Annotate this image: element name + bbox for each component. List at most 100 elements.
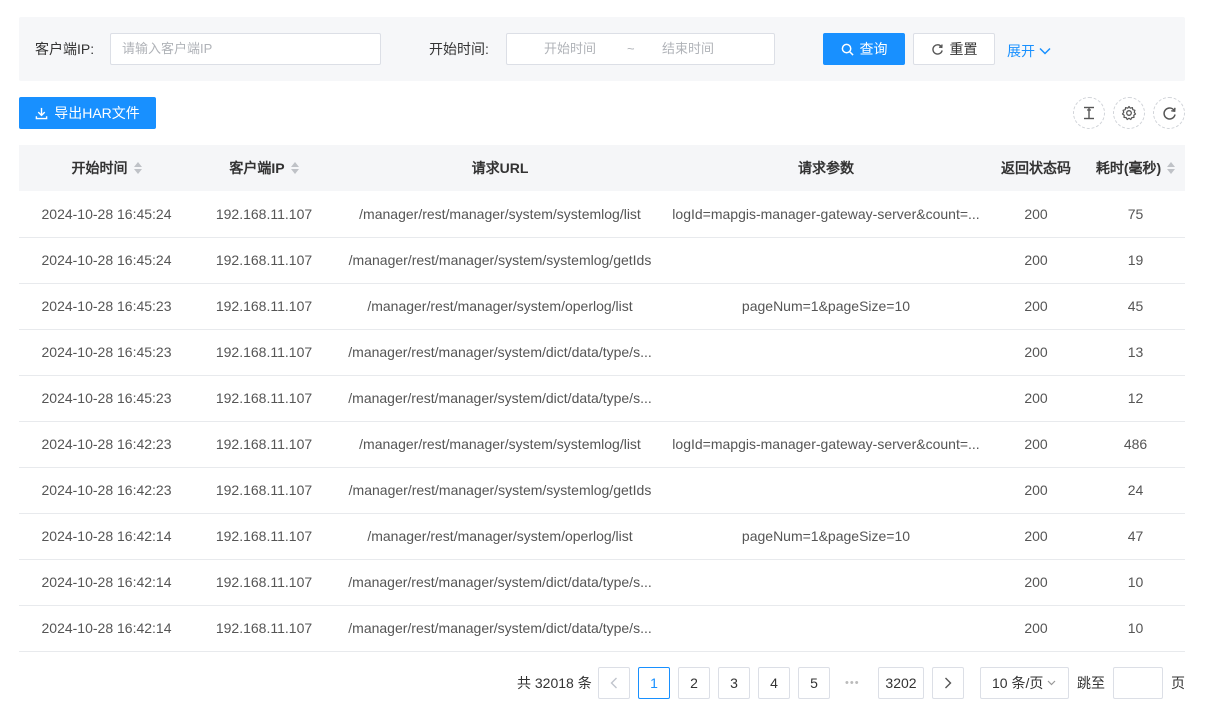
sort-icon[interactable] — [133, 162, 142, 174]
client-ip-input[interactable]: 请输入客户端IP — [110, 33, 381, 65]
page-button-1[interactable]: 1 — [638, 667, 670, 699]
cell-duration: 486 — [1086, 421, 1185, 468]
next-page-button[interactable] — [932, 667, 964, 699]
cell-status-code: 200 — [986, 375, 1086, 422]
reset-button-label: 重置 — [949, 41, 978, 57]
table-row[interactable]: 2024-10-28 16:42:14 192.168.11.107/manage… — [19, 605, 1185, 652]
cell-request-url: /manager/rest/manager/system/systemlog/l… — [334, 191, 666, 238]
page-size-select[interactable]: 10 条/页 — [980, 667, 1069, 699]
table-header-row: 开始时间 客户端IP 请求URL 请求参数 返回状态码 耗时(毫秒) — [19, 145, 1185, 191]
column-settings-button[interactable] — [1113, 97, 1145, 129]
cell-client-ip: 192.168.11.107 — [194, 283, 334, 330]
sort-icon[interactable] — [290, 162, 299, 174]
page-button-4[interactable]: 4 — [758, 667, 790, 699]
export-har-button[interactable]: 导出HAR文件 — [19, 97, 156, 129]
jump-page-suffix: 页 — [1171, 675, 1185, 691]
table-row[interactable]: 2024-10-28 16:45:23 192.168.11.107/manage… — [19, 283, 1185, 330]
cell-request-url: /manager/rest/manager/system/dict/data/t… — [334, 375, 666, 422]
cell-status-code: 200 — [986, 421, 1086, 468]
cell-request-params: pageNum=1&pageSize=10 — [666, 513, 986, 560]
cell-duration: 10 — [1086, 559, 1185, 606]
expand-toggle[interactable]: 展开 — [1007, 41, 1051, 61]
search-icon — [841, 43, 854, 56]
column-header-request-params: 请求参数 — [666, 145, 986, 191]
total-count: 共 32018 条 — [517, 675, 592, 691]
cell-start-time: 2024-10-28 16:42:14 — [19, 559, 194, 606]
cell-duration: 47 — [1086, 513, 1185, 560]
cell-request-url: /manager/rest/manager/system/systemlog/l… — [334, 421, 666, 468]
density-button[interactable] — [1073, 97, 1105, 129]
filter-bar: 客户端IP: 请输入客户端IP 开始时间: 开始时间 ~ 结束时间 查询 重置 … — [19, 17, 1185, 81]
last-page-button[interactable]: 3202 — [878, 667, 924, 699]
start-time-label: 开始时间: — [429, 41, 489, 57]
page-ellipsis[interactable]: ••• — [845, 675, 860, 691]
cell-client-ip: 192.168.11.107 — [194, 237, 334, 284]
cell-duration: 10 — [1086, 605, 1185, 652]
time-range-picker[interactable]: 开始时间 ~ 结束时间 — [506, 33, 775, 65]
prev-page-button[interactable] — [598, 667, 630, 699]
cell-duration: 24 — [1086, 467, 1185, 514]
cell-request-params — [666, 237, 986, 284]
column-header-status-code: 返回状态码 — [986, 145, 1086, 191]
cell-duration: 75 — [1086, 191, 1185, 238]
column-header-start-time[interactable]: 开始时间 — [19, 145, 194, 191]
refresh-button[interactable] — [1153, 97, 1185, 129]
cell-request-params: logId=mapgis-manager-gateway-server&coun… — [666, 421, 986, 468]
table-row[interactable]: 2024-10-28 16:42:14 192.168.11.107/manage… — [19, 559, 1185, 606]
chevron-left-icon — [610, 677, 617, 689]
table-row[interactable]: 2024-10-28 16:42:23 192.168.11.107/manage… — [19, 421, 1185, 468]
cell-status-code: 200 — [986, 191, 1086, 238]
table-row[interactable]: 2024-10-28 16:42:14 192.168.11.107/manage… — [19, 513, 1185, 560]
cell-status-code: 200 — [986, 237, 1086, 284]
range-separator: ~ — [627, 41, 635, 56]
cell-start-time: 2024-10-28 16:45:24 — [19, 191, 194, 238]
cell-request-url: /manager/rest/manager/system/operlog/lis… — [334, 283, 666, 330]
client-ip-label: 客户端IP: — [35, 41, 95, 57]
column-header-duration[interactable]: 耗时(毫秒) — [1086, 145, 1185, 191]
range-end-placeholder[interactable]: 结束时间 — [662, 34, 714, 64]
reset-button[interactable]: 重置 — [913, 33, 995, 65]
cell-client-ip: 192.168.11.107 — [194, 191, 334, 238]
cell-request-params — [666, 467, 986, 514]
page-button-5[interactable]: 5 — [798, 667, 830, 699]
cell-client-ip: 192.168.11.107 — [194, 513, 334, 560]
search-button[interactable]: 查询 — [823, 33, 905, 65]
cell-request-params — [666, 605, 986, 652]
cell-duration: 45 — [1086, 283, 1185, 330]
sort-icon[interactable] — [1167, 162, 1176, 174]
export-har-label: 导出HAR文件 — [54, 105, 140, 121]
cell-start-time: 2024-10-28 16:42:23 — [19, 421, 194, 468]
search-button-label: 查询 — [859, 41, 888, 57]
reset-icon — [931, 43, 943, 55]
cell-request-url: /manager/rest/manager/system/dict/data/t… — [334, 605, 666, 652]
cell-client-ip: 192.168.11.107 — [194, 605, 334, 652]
cell-status-code: 200 — [986, 605, 1086, 652]
cell-status-code: 200 — [986, 467, 1086, 514]
column-header-request-url: 请求URL — [334, 145, 666, 191]
cell-start-time: 2024-10-28 16:45:23 — [19, 329, 194, 376]
table-row[interactable]: 2024-10-28 16:45:24 192.168.11.107/manage… — [19, 191, 1185, 238]
cell-start-time: 2024-10-28 16:42:23 — [19, 467, 194, 514]
page-size-value: 10 条/页 — [992, 675, 1044, 691]
cell-status-code: 200 — [986, 329, 1086, 376]
text-height-icon — [1084, 106, 1094, 120]
request-log-table: 开始时间 客户端IP 请求URL 请求参数 返回状态码 耗时(毫秒) 2024-… — [19, 145, 1185, 652]
cell-start-time: 2024-10-28 16:42:14 — [19, 605, 194, 652]
cell-client-ip: 192.168.11.107 — [194, 467, 334, 514]
cell-start-time: 2024-10-28 16:42:14 — [19, 513, 194, 560]
cell-request-url: /manager/rest/manager/system/dict/data/t… — [334, 559, 666, 606]
table-row[interactable]: 2024-10-28 16:42:23 192.168.11.107/manage… — [19, 467, 1185, 514]
column-header-client-ip[interactable]: 客户端IP — [194, 145, 334, 191]
page-button-3[interactable]: 3 — [718, 667, 750, 699]
cell-request-params — [666, 559, 986, 606]
cell-status-code: 200 — [986, 283, 1086, 330]
range-start-placeholder[interactable]: 开始时间 — [544, 34, 596, 64]
cell-duration: 13 — [1086, 329, 1185, 376]
table-row[interactable]: 2024-10-28 16:45:23 192.168.11.107/manage… — [19, 375, 1185, 422]
jump-page-input[interactable] — [1113, 667, 1163, 699]
cell-request-params: logId=mapgis-manager-gateway-server&coun… — [666, 191, 986, 238]
cell-request-params — [666, 375, 986, 422]
page-button-2[interactable]: 2 — [678, 667, 710, 699]
table-row[interactable]: 2024-10-28 16:45:23 192.168.11.107/manage… — [19, 329, 1185, 376]
table-row[interactable]: 2024-10-28 16:45:24 192.168.11.107/manage… — [19, 237, 1185, 284]
